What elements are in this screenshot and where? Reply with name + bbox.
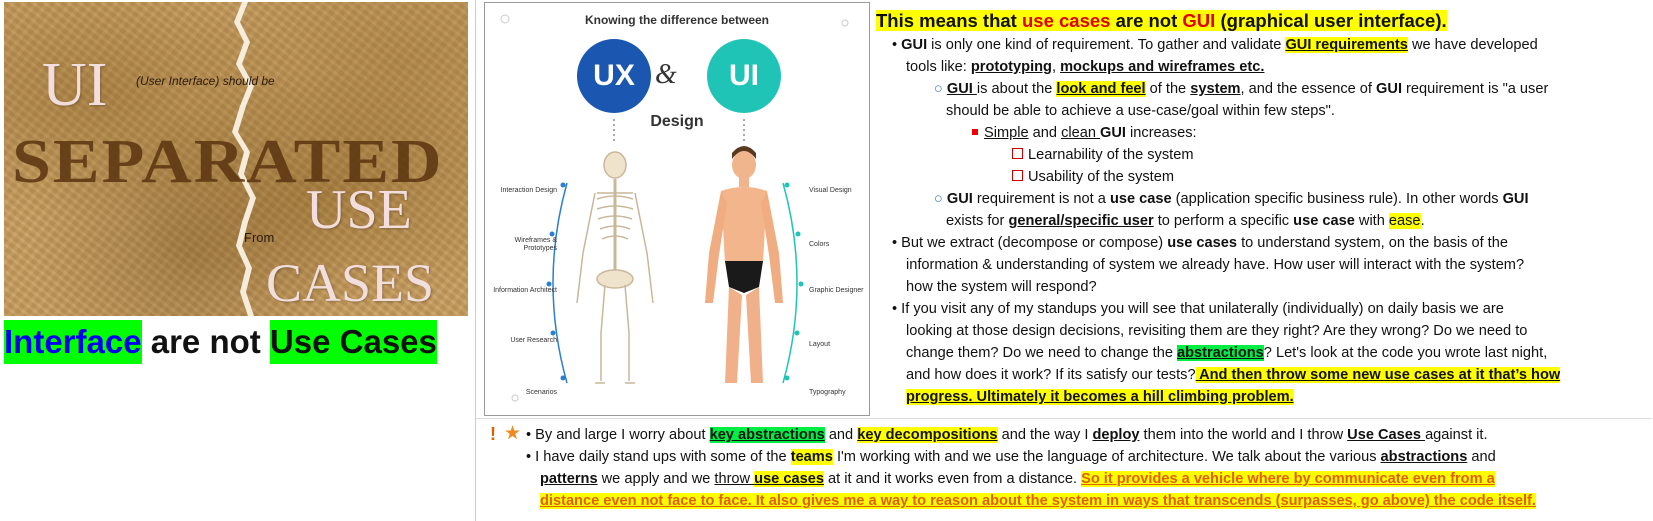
label-layout: Layout (809, 341, 831, 348)
bullet-extract-cont1: information & understanding of system we… (906, 257, 1525, 273)
bullet-standups-cont3: and how does it work? If its satisfy our… (906, 367, 1561, 383)
label-typography: Typography (809, 389, 846, 396)
subbullet-not-use-case-cont: exists for general/specific user to perf… (946, 213, 1425, 229)
subsub-simple-clean: Simple and clean GUI increases: (876, 122, 1648, 144)
ui-big-text: UI (42, 51, 108, 119)
label-visual-design: Visual Design (809, 187, 852, 194)
caption-are-not: are not (141, 323, 270, 360)
square-bullet-icon (1012, 148, 1023, 159)
bullet-extract-use-cases: • But we extract (decompose or compose) … (892, 235, 1508, 251)
bullet-standups-cont1: looking at those design decisions, revis… (906, 323, 1528, 339)
bottom-line-2: • I have daily stand ups with some of th… (526, 449, 1496, 465)
bullet-standups-cont2: change them? Do we need to change the ab… (906, 345, 1548, 361)
label-scenarios: Scenarios (525, 389, 557, 396)
subbullet-not-use-case: ○ GUI requirement is not a use case (app… (934, 191, 1529, 207)
caption-use-cases: Use Cases (269, 320, 437, 364)
label-colors: Colors (809, 241, 830, 248)
caption-interface: Interface (4, 320, 142, 364)
label-graphic-designer: Graphic Designer (809, 287, 864, 294)
square-bullet-icon (1012, 170, 1023, 181)
skeleton-and-body-icon (500, 14, 849, 402)
bottom-line-4: distance even not face to face. It also … (540, 493, 1536, 509)
column-divider (475, 0, 476, 521)
bottom-notes: • By and large I worry about key abstrac… (494, 424, 1650, 512)
item-learnability: Learnability of the system (876, 144, 1648, 166)
item-usability: Usability of the system (876, 166, 1648, 188)
section-divider (476, 418, 1652, 419)
ux-ui-diagram: Knowing the difference between UX & UI D… (484, 2, 870, 416)
bullet-standups: • If you visit any of my standups you wi… (892, 301, 1504, 317)
caption-heading: Interface are not Use Cases (4, 320, 437, 364)
notes-title: This means that use cases are not GUI (g… (876, 10, 1447, 31)
from-text: From (244, 230, 275, 245)
subbullet-look-and-feel-cont: should be able to achieve a use-case/goa… (946, 103, 1335, 119)
bullet-extract-cont2: how the system will respond? (906, 279, 1097, 295)
label-information-architect: Information Architect (493, 287, 557, 294)
bullet-standups-cont4: progress. Ultimately it becomes a hill c… (906, 389, 1294, 405)
red-square-bullet-icon (972, 129, 978, 135)
label-interaction-design: Interaction Design (500, 187, 557, 194)
separated-poster-image: UI (User Interface) should be SEPARATED … (4, 2, 468, 316)
label-wireframes-prototypes: Wireframes & Prototypes (514, 237, 557, 252)
notes-text-block: This means that use cases are not GUI (g… (876, 8, 1648, 408)
bottom-line-1: • By and large I worry about key abstrac… (526, 427, 1488, 443)
ui-note-text: (User Interface) should be (136, 74, 275, 88)
bullet-gui-requirement: • GUI is only one kind of requirement. T… (892, 37, 1538, 53)
bullet-gui-requirement-cont: tools like: prototyping, mockups and wir… (906, 59, 1265, 75)
bottom-line-3: patterns we apply and we throw use cases… (540, 471, 1495, 487)
subbullet-look-and-feel: ○ GUI is about the look and feel of the … (934, 81, 1549, 97)
use-big-text: USE (306, 179, 412, 241)
label-user-research: User Research (510, 337, 557, 344)
cases-big-text: CASES (266, 253, 435, 313)
